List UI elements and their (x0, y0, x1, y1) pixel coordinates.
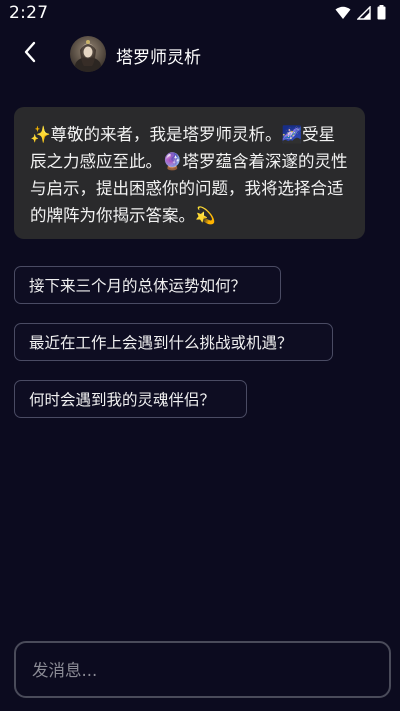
wifi-icon (335, 5, 351, 24)
message-input[interactable] (30, 643, 374, 698)
chevron-left-icon (23, 41, 37, 67)
chat-header: 塔罗师灵析 (0, 28, 400, 80)
suggestion-chip-3[interactable]: 何时会遇到我的灵魂伴侣？ (14, 380, 247, 418)
status-icons (335, 5, 386, 24)
avatar[interactable] (70, 36, 106, 72)
assistant-message-bubble: ✨尊敬的来者，我是塔罗师灵析。🌌受星辰之力感应至此。🔮塔罗蕴含着深邃的灵性与启示… (14, 107, 365, 239)
suggestion-chip-2[interactable]: 最近在工作上会遇到什么挑战或机遇？ (14, 323, 333, 361)
suggestion-label: 接下来三个月的总体运势如何？ (29, 277, 247, 295)
chat-screen: 2:27 塔罗师灵析 ✨尊敬的来者，我是塔罗师灵析。🌌受星辰之力感应至此。🔮塔罗… (0, 0, 400, 711)
message-text: ✨尊敬的来者，我是塔罗师灵析。🌌受星辰之力感应至此。🔮塔罗蕴含着深邃的灵性与启示… (30, 125, 348, 225)
message-composer (14, 641, 391, 698)
battery-icon (377, 5, 386, 24)
suggestion-label: 最近在工作上会遇到什么挑战或机遇？ (29, 334, 293, 352)
page-title: 塔罗师灵析 (116, 48, 201, 68)
status-bar: 2:27 (0, 0, 400, 28)
signal-icon (356, 5, 371, 24)
suggestion-label: 何时会遇到我的灵魂伴侣？ (29, 391, 216, 409)
suggestion-chip-1[interactable]: 接下来三个月的总体运势如何？ (14, 266, 281, 304)
back-button[interactable] (14, 38, 46, 70)
status-time: 2:27 (9, 3, 49, 23)
